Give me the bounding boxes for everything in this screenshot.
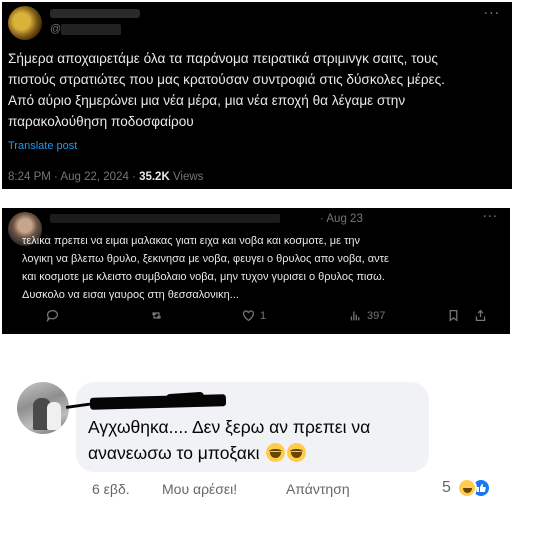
tweet-card-2: · Aug 23 ··· τελικα πρεπει να ειμαι μαλα…	[2, 208, 510, 334]
retweet-icon	[151, 312, 162, 319]
tweet-timestamp[interactable]: 8:24 PM · Aug 22, 2024 ·	[8, 171, 139, 183]
laughing-emoji-icon	[287, 443, 307, 462]
translate-post-link[interactable]: Translate post	[8, 140, 77, 152]
tweet-text-line: τελικα πρεπει να ειμαι μαλακας γιατι ειχ…	[22, 235, 361, 247]
reply-icon	[46, 309, 58, 322]
tweet-text: τελικα πρεπει να ειμαι μαλακας γιατι ειχ…	[22, 232, 506, 304]
redacted-commenter-name[interactable]	[89, 394, 227, 410]
commenter-avatar[interactable]	[17, 382, 69, 434]
views-button[interactable]: 397	[349, 309, 385, 322]
bookmark-icon	[449, 309, 458, 322]
like-count: 1	[260, 309, 267, 322]
tweet-text-line: παρακολούθηση ποδοσφαίρου	[8, 114, 194, 129]
comment-time[interactable]: 6 εβδ.	[92, 481, 130, 497]
tweet-timestamp[interactable]: · Aug 23	[320, 213, 363, 225]
comment-text: Αγχωθηκα.... Δεν ξερω αν πρεπει να ανανε…	[88, 414, 418, 466]
more-options-icon[interactable]: ···	[483, 210, 498, 225]
reaction-count: 5	[442, 479, 451, 496]
heart-icon	[242, 310, 255, 322]
user-avatar[interactable]	[8, 6, 42, 40]
retweet-button[interactable]	[150, 309, 168, 322]
comment-text-line: Αγχωθηκα.... Δεν ξερω αν πρεπει να	[88, 417, 371, 437]
reply-button[interactable]	[46, 309, 64, 322]
views-label: Views	[169, 171, 204, 183]
haha-reaction-icon	[456, 478, 477, 498]
tweet-text-line: και κοσμοτε με κλειστο συμβολαιο νοβα, μ…	[22, 271, 385, 283]
tweet-action-bar: 1 397	[46, 309, 506, 325]
tweet-text-line: λογικη να βλεπω θρυλο, ξεκινησα με νοβα,…	[22, 253, 389, 265]
like-comment-button[interactable]: Μου αρέσει!	[162, 481, 237, 497]
user-handle[interactable]: @	[50, 23, 61, 35]
tweet-text-line: Σήμερα αποχαιρετάμε όλα τα παράνομα πειρ…	[8, 51, 438, 66]
tweet-text-line: Από αύριο ξημερώνει μια νέα μέρα, μια νέ…	[8, 93, 406, 108]
bookmark-button[interactable]	[447, 309, 460, 322]
views-count: 397	[367, 309, 386, 322]
like-button[interactable]: 1	[242, 309, 266, 322]
comment-text-line: ανανεωσω το μποξακι	[88, 440, 418, 466]
share-button[interactable]	[474, 309, 487, 322]
views-count: 35.2K	[139, 171, 170, 183]
analytics-icon	[350, 311, 360, 321]
redacted-user-header	[50, 214, 280, 223]
tweet-text-line: Δυσκολο να εισαι γαυρος στη θεσσαλονικη.…	[22, 289, 239, 301]
thumbs-up-icon	[476, 484, 486, 492]
tweet-meta: 8:24 PM · Aug 22, 2024 · 35.2K Views	[8, 171, 203, 183]
more-options-icon[interactable]: ···	[484, 6, 500, 22]
redacted-handle	[61, 24, 121, 35]
comment-bubble: Αγχωθηκα.... Δεν ξερω αν πρεπει να ανανε…	[65, 382, 429, 472]
tweet-text: Σήμερα αποχαιρετάμε όλα τα παράνομα πειρ…	[8, 48, 508, 132]
comment-text-segment: ανανεωσω το μποξακι	[88, 443, 260, 463]
share-icon	[475, 309, 486, 322]
reaction-summary[interactable]: 5	[442, 478, 491, 498]
tweet-text-line: πιστούς στρατιώτες που μας κρατούσαν συν…	[8, 72, 445, 87]
avatar-figure	[47, 402, 61, 430]
laughing-emoji-icon	[266, 443, 286, 462]
reply-comment-button[interactable]: Απάντηση	[286, 481, 350, 497]
tweet-card-1: @ ··· Σήμερα αποχαιρετάμε όλα τα παράνομ…	[2, 2, 512, 189]
redacted-display-name	[50, 9, 140, 18]
